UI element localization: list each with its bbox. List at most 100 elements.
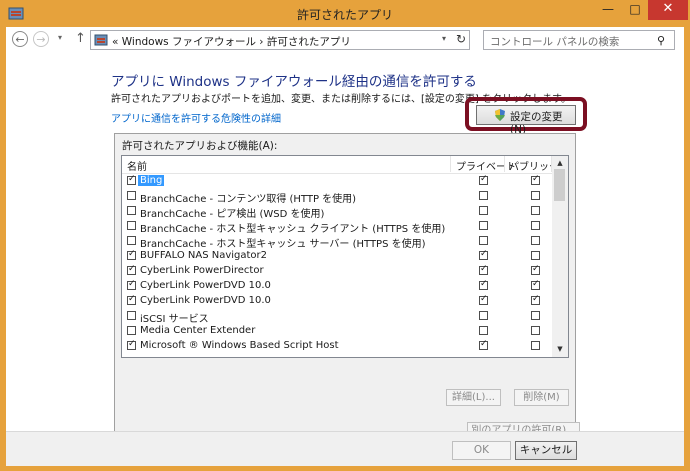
app-name: BranchCache - ホスト型キャッシュ クライアント (HTTPS を使…: [140, 224, 446, 235]
recent-pages-dropdown-icon[interactable]: ▾: [58, 33, 62, 42]
breadcrumb[interactable]: « Windows ファイアウォール › 許可されたアプリ: [112, 34, 351, 49]
list-item[interactable]: iSCSI サービス: [122, 309, 550, 325]
private-checkbox[interactable]: [479, 311, 488, 320]
enabled-checkbox[interactable]: ✓: [127, 339, 136, 350]
public-checkbox[interactable]: [531, 191, 540, 200]
allowed-apps-label: 許可されたアプリおよび機能(A):: [122, 140, 278, 152]
refresh-icon[interactable]: ↻: [456, 32, 466, 46]
public-checkbox[interactable]: [531, 221, 540, 230]
control-panel-icon: [94, 34, 108, 46]
public-checkbox[interactable]: [531, 326, 540, 335]
enabled-checkbox[interactable]: ✓: [127, 279, 136, 290]
enabled-checkbox[interactable]: ✓: [127, 264, 136, 275]
scroll-down-arrow[interactable]: ▼: [552, 343, 568, 355]
private-checkbox[interactable]: ✓: [479, 339, 488, 350]
public-checkbox[interactable]: ✓: [531, 294, 540, 305]
list-item[interactable]: BranchCache - ホスト型キャッシュ クライアント (HTTPS を使…: [122, 219, 550, 235]
app-name: Bing: [138, 175, 165, 186]
address-bar[interactable]: « Windows ファイアウォール › 許可されたアプリ ▾ ↻: [90, 30, 470, 50]
app-name: CyberLink PowerDirector: [140, 265, 264, 276]
list-item[interactable]: ✓ BUFFALO NAS Navigator2 ✓: [122, 249, 550, 264]
private-checkbox[interactable]: ✓: [479, 174, 488, 185]
dialog-footer: OK キャンセル: [6, 431, 684, 466]
remove-button[interactable]: 削除(M): [514, 389, 569, 406]
list-item[interactable]: BranchCache - ピア検出 (WSD を使用): [122, 204, 550, 220]
app-name: BranchCache - ピア検出 (WSD を使用): [140, 209, 325, 220]
enabled-checkbox[interactable]: ✓: [127, 294, 136, 305]
forward-button[interactable]: →: [33, 31, 49, 47]
allowed-apps-list[interactable]: 名前 プライベート パブリック ✓ Bing ✓ ✓ BranchCache - コンテ…: [121, 155, 569, 358]
private-checkbox[interactable]: [479, 326, 488, 335]
public-checkbox[interactable]: [531, 251, 540, 260]
list-item[interactable]: ✓ Bing ✓ ✓: [122, 174, 550, 189]
public-checkbox[interactable]: ✓: [531, 264, 540, 275]
list-item[interactable]: ✓ CyberLink PowerDVD 10.0 ✓ ✓: [122, 294, 550, 309]
column-divider[interactable]: [504, 156, 505, 172]
maximize-button[interactable]: □: [622, 0, 648, 20]
private-checkbox[interactable]: [479, 206, 488, 215]
enabled-checkbox[interactable]: [127, 236, 136, 245]
app-name: CyberLink PowerDVD 10.0: [140, 295, 271, 306]
private-checkbox[interactable]: ✓: [479, 294, 488, 305]
enabled-checkbox[interactable]: [127, 206, 136, 215]
close-button[interactable]: ✕: [648, 0, 688, 20]
uac-shield-icon: [495, 109, 505, 121]
window: 許可されたアプリ — □ ✕ ← → ▾ ↑ « Windows ファイアウォー…: [0, 0, 690, 471]
window-title: 許可されたアプリ: [296, 8, 393, 22]
enabled-checkbox[interactable]: ✓: [127, 174, 136, 185]
private-checkbox[interactable]: [479, 236, 488, 245]
public-checkbox[interactable]: [531, 311, 540, 320]
app-name: BranchCache - ホスト型キャッシュ サーバー (HTTPS を使用): [140, 239, 426, 250]
app-name: CyberLink PowerDVD 10.0: [140, 280, 271, 291]
scroll-thumb[interactable]: [554, 169, 565, 201]
list-item[interactable]: ✓ Microsoft ® Windows Based Script Host ✓: [122, 339, 550, 354]
list-header: 名前 プライベート パブリック: [122, 156, 568, 174]
private-checkbox[interactable]: ✓: [479, 249, 488, 260]
list-item[interactable]: ✓ CyberLink PowerDirector ✓ ✓: [122, 264, 550, 279]
allowed-apps-panel: 許可されたアプリおよび機能(A): 名前 プライベート パブリック ✓ Bing ✓…: [114, 133, 576, 433]
private-checkbox[interactable]: [479, 221, 488, 230]
app-name: BUFFALO NAS Navigator2: [140, 250, 268, 261]
enabled-checkbox[interactable]: ✓: [127, 249, 136, 260]
minimize-button[interactable]: —: [594, 0, 622, 20]
column-header-private[interactable]: プライベート: [456, 158, 516, 173]
search-input[interactable]: コントロール パネルの検索 ⚲: [483, 30, 675, 50]
change-settings-label: 設定の変更(N): [510, 111, 563, 136]
enabled-checkbox[interactable]: [127, 191, 136, 200]
list-item[interactable]: ✓ CyberLink PowerDVD 10.0 ✓ ✓: [122, 279, 550, 294]
app-name: iSCSI サービス: [140, 314, 209, 325]
public-checkbox[interactable]: ✓: [531, 174, 540, 185]
private-checkbox[interactable]: ✓: [479, 264, 488, 275]
list-item[interactable]: BranchCache - コンテンツ取得 (HTTP を使用): [122, 189, 550, 205]
vertical-scrollbar[interactable]: ▲ ▼: [552, 156, 568, 357]
back-button[interactable]: ←: [12, 31, 28, 47]
column-divider[interactable]: [450, 156, 451, 172]
change-settings-button[interactable]: 設定の変更(N): [476, 105, 576, 136]
cancel-button[interactable]: キャンセル: [515, 441, 577, 460]
up-button[interactable]: ↑: [75, 31, 86, 46]
navigation-bar: ← → ▾ ↑ « Windows ファイアウォール › 許可されたアプリ ▾ …: [6, 27, 684, 53]
address-dropdown-icon[interactable]: ▾: [442, 34, 446, 43]
scroll-up-arrow[interactable]: ▲: [552, 157, 568, 169]
public-checkbox[interactable]: [531, 206, 540, 215]
private-checkbox[interactable]: [479, 191, 488, 200]
public-checkbox[interactable]: [531, 341, 540, 350]
page-title: アプリに Windows ファイアウォール経由の通信を許可する: [111, 74, 477, 90]
enabled-checkbox[interactable]: [127, 326, 136, 335]
title-bar[interactable]: 許可されたアプリ — □ ✕: [0, 0, 690, 27]
enabled-checkbox[interactable]: [127, 221, 136, 230]
enabled-checkbox[interactable]: [127, 311, 136, 320]
column-header-name[interactable]: 名前: [127, 158, 147, 173]
app-name: BranchCache - コンテンツ取得 (HTTP を使用): [140, 194, 357, 205]
public-checkbox[interactable]: ✓: [531, 279, 540, 290]
list-item[interactable]: Media Center Extender: [122, 324, 550, 339]
list-item[interactable]: BranchCache - ホスト型キャッシュ サーバー (HTTPS を使用): [122, 234, 550, 250]
search-icon[interactable]: ⚲: [657, 34, 665, 47]
risk-details-link[interactable]: アプリに通信を許可する危険性の詳細: [111, 110, 281, 125]
ok-button[interactable]: OK: [452, 441, 511, 460]
app-name: Media Center Extender: [140, 325, 256, 336]
details-button[interactable]: 詳細(L)...: [446, 389, 501, 406]
public-checkbox[interactable]: [531, 236, 540, 245]
private-checkbox[interactable]: ✓: [479, 279, 488, 290]
app-name: Microsoft ® Windows Based Script Host: [140, 340, 339, 351]
